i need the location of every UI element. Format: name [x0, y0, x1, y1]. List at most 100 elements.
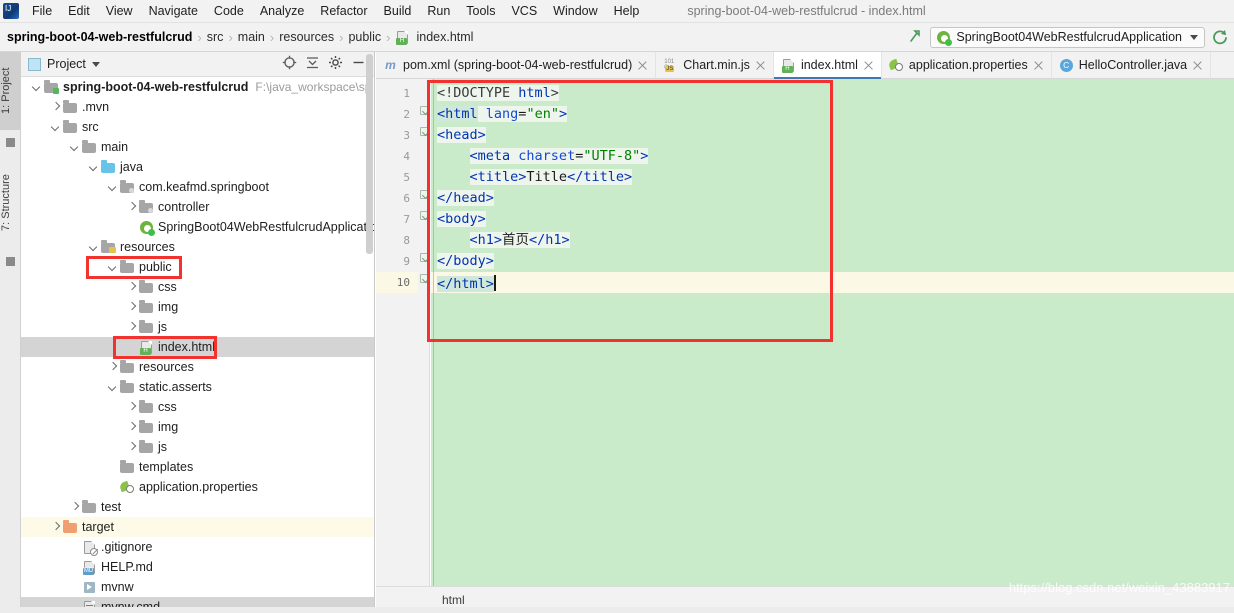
chevron-right-icon[interactable] [107, 362, 118, 373]
tree-item-css[interactable]: css [21, 397, 374, 417]
chevron-down-icon[interactable] [1190, 34, 1198, 40]
tree-item-img[interactable]: img [21, 417, 374, 437]
rerun-icon[interactable] [1211, 28, 1230, 47]
menu-item-edit[interactable]: Edit [60, 1, 98, 21]
editor-scrollbar[interactable] [1221, 79, 1234, 586]
menu-item-vcs[interactable]: VCS [503, 1, 545, 21]
chevron-right-icon[interactable] [126, 202, 137, 213]
close-icon[interactable] [755, 60, 766, 71]
gear-icon[interactable] [328, 55, 343, 73]
tree-item-templates[interactable]: templates [21, 457, 374, 477]
build-hammer-icon[interactable] [906, 28, 924, 46]
code-folding-strip[interactable] [418, 79, 430, 586]
tree-item-js[interactable]: js [21, 317, 374, 337]
chevron-right-icon[interactable] [50, 522, 61, 533]
breadcrumb-item-spring-boot-04-web-restfulcrud[interactable]: spring-boot-04-web-restfulcrud [3, 29, 196, 45]
chevron-right-icon[interactable] [126, 302, 137, 313]
scrollbar-thumb[interactable] [366, 54, 373, 254]
tree-item-target[interactable]: target [21, 517, 374, 537]
fold-marker[interactable] [420, 253, 429, 262]
menu-item-analyze[interactable]: Analyze [252, 1, 312, 21]
tree-item-index-html[interactable]: Hindex.html [21, 337, 374, 357]
project-tree-scrollbar[interactable] [365, 52, 374, 613]
code-editor[interactable]: 1 2 3 4 5 6 7 8 9 10 <!DOCTYPE html> <html lang="e… [376, 79, 1234, 586]
chevron-down-icon[interactable] [69, 142, 80, 153]
fold-marker[interactable] [420, 190, 429, 199]
editor-tab-chart-min-js[interactable]: 1010JS Chart.min.js [656, 52, 774, 78]
chevron-down-icon[interactable] [91, 61, 100, 67]
chevron-down-icon[interactable] [50, 122, 61, 133]
chevron-right-icon[interactable] [126, 322, 137, 333]
editor-tab-hellocontroller-java[interactable]: C HelloController.java [1051, 52, 1212, 78]
tree-item-img[interactable]: img [21, 297, 374, 317]
tree-item-com-keafmd-springboot[interactable]: com.keafmd.springboot [21, 177, 374, 197]
scroll-from-source-icon[interactable] [282, 55, 297, 73]
fold-marker[interactable] [420, 211, 429, 220]
tree-item-spring-boot-04-web-restfulcrud[interactable]: spring-boot-04-web-restfulcrud F:\java_wo… [21, 77, 374, 97]
chevron-right-icon[interactable] [126, 422, 137, 433]
menu-item-run[interactable]: Run [419, 1, 458, 21]
breadcrumb-item-main[interactable]: main [234, 29, 269, 45]
close-icon[interactable] [1192, 60, 1203, 71]
tree-item-src[interactable]: src [21, 117, 374, 137]
chevron-right-icon[interactable] [126, 442, 137, 453]
tree-item-test[interactable]: test [21, 497, 374, 517]
menu-item-window[interactable]: Window [545, 1, 605, 21]
project-tree[interactable]: spring-boot-04-web-restfulcrud F:\java_wo… [21, 77, 374, 613]
close-icon[interactable] [863, 60, 874, 71]
tree-item-springboot04webrestfulcrudapplicatio[interactable]: SpringBoot04WebRestfulcrudApplicatio [21, 217, 374, 237]
tree-item-js[interactable]: js [21, 437, 374, 457]
tree-item-public[interactable]: public [21, 257, 374, 277]
close-icon[interactable] [637, 60, 648, 71]
run-configuration-selector[interactable]: SpringBoot04WebRestfulcrudApplication [930, 26, 1205, 48]
collapse-all-icon[interactable] [305, 55, 320, 73]
editor-tab-index-html[interactable]: Hindex.html [773, 52, 882, 79]
chevron-right-icon[interactable] [69, 502, 80, 513]
tool-window-tab-structure[interactable]: 7: Structure [0, 157, 21, 249]
editor-tab-application-properties[interactable]: application.properties [881, 52, 1052, 78]
tool-window-tab-project[interactable]: 1: Project [0, 52, 21, 130]
chevron-down-icon[interactable] [107, 182, 118, 193]
fold-marker[interactable] [420, 127, 429, 136]
tree-item--gitignore[interactable]: .gitignore [21, 537, 374, 557]
breadcrumb-item-src[interactable]: src [203, 29, 228, 45]
chevron-down-icon[interactable] [31, 82, 42, 93]
breadcrumb-item-index-html[interactable]: Hindex.html [391, 29, 477, 46]
tree-item--mvn[interactable]: .mvn [21, 97, 374, 117]
editor-gutter[interactable]: 1 2 3 4 5 6 7 8 9 10 [376, 79, 418, 586]
tree-item-mvnw[interactable]: mvnw [21, 577, 374, 597]
fold-marker[interactable] [420, 274, 429, 283]
hide-icon[interactable] [351, 55, 366, 73]
fold-marker[interactable] [420, 106, 429, 115]
close-icon[interactable] [1033, 60, 1044, 71]
breadcrumb-item-resources[interactable]: resources [275, 29, 338, 45]
menu-item-tools[interactable]: Tools [458, 1, 503, 21]
chevron-down-icon[interactable] [88, 162, 99, 173]
menu-item-view[interactable]: View [98, 1, 141, 21]
tree-item-resources[interactable]: resources [21, 237, 374, 257]
tree-item-application-properties[interactable]: application.properties [21, 477, 374, 497]
tree-item-main[interactable]: main [21, 137, 374, 157]
menu-item-build[interactable]: Build [376, 1, 420, 21]
code-token: <head> [437, 127, 486, 143]
menu-item-navigate[interactable]: Navigate [141, 1, 206, 21]
code-canvas[interactable]: <!DOCTYPE html> <html lang="en"> <head> <m… [431, 79, 1234, 586]
chevron-down-icon[interactable] [88, 242, 99, 253]
chevron-down-icon[interactable] [107, 382, 118, 393]
editor-tab-pom-xml-spring-boot-04-web-restfulcrud-[interactable]: m pom.xml (spring-boot-04-web-restfulcrud… [376, 52, 657, 78]
tree-item-css[interactable]: css [21, 277, 374, 297]
menu-item-code[interactable]: Code [206, 1, 252, 21]
tree-item-resources[interactable]: resources [21, 357, 374, 377]
chevron-right-icon[interactable] [50, 102, 61, 113]
breadcrumb-item-public[interactable]: public [344, 29, 385, 45]
chevron-right-icon[interactable] [126, 282, 137, 293]
menu-item-file[interactable]: File [24, 1, 60, 21]
tree-item-java[interactable]: java [21, 157, 374, 177]
tree-item-help-md[interactable]: MD HELP.md [21, 557, 374, 577]
menu-item-help[interactable]: Help [606, 1, 648, 21]
tree-item-controller[interactable]: controller [21, 197, 374, 217]
chevron-down-icon[interactable] [107, 262, 118, 273]
menu-item-refactor[interactable]: Refactor [312, 1, 375, 21]
chevron-right-icon[interactable] [126, 402, 137, 413]
tree-item-static-asserts[interactable]: static.asserts [21, 377, 374, 397]
